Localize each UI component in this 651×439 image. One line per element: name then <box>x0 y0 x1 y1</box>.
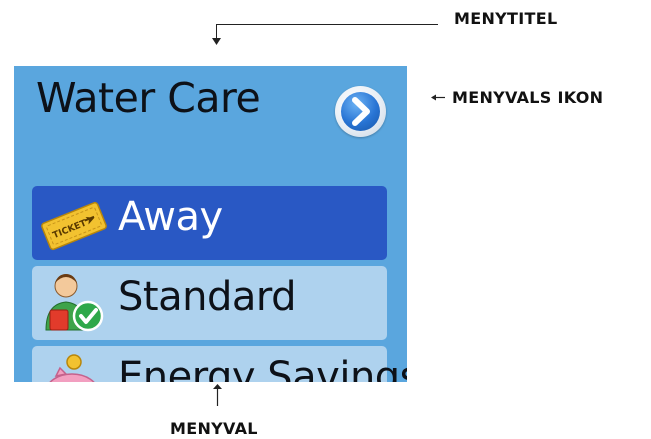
annotation-menu-item-icon: MENYVALS IKON <box>452 88 604 107</box>
title-callout-arrow-icon <box>212 38 221 45</box>
piggy-bank-icon <box>49 354 95 382</box>
person-check-icon <box>45 274 104 332</box>
menu-item-label: Standard <box>118 274 296 320</box>
title-callout-line <box>216 24 438 25</box>
menu-item-label: Energy Savings <box>118 354 407 382</box>
menu-title: Water Care <box>36 74 261 122</box>
menu-item-away[interactable]: TICKET Away <box>32 186 387 260</box>
annotation-menu-item: MENYVAL <box>170 419 258 438</box>
menu-item-standard[interactable]: Standard <box>32 266 387 340</box>
ticket-icon: TICKET <box>41 201 107 251</box>
chevron-right-icon <box>352 97 370 126</box>
menu-item-energy-savings[interactable]: Energy Savings <box>32 346 407 382</box>
annotation-menu-title: MENYTITEL <box>454 9 558 28</box>
next-menu-button[interactable] <box>335 86 386 137</box>
menu-item-label: Away <box>118 194 223 240</box>
app-screen: Water Care TICKET Away Standard Energy S… <box>14 66 407 382</box>
item-callout-arrow-icon <box>213 384 222 406</box>
icon-callout-arrow-icon <box>431 94 445 101</box>
